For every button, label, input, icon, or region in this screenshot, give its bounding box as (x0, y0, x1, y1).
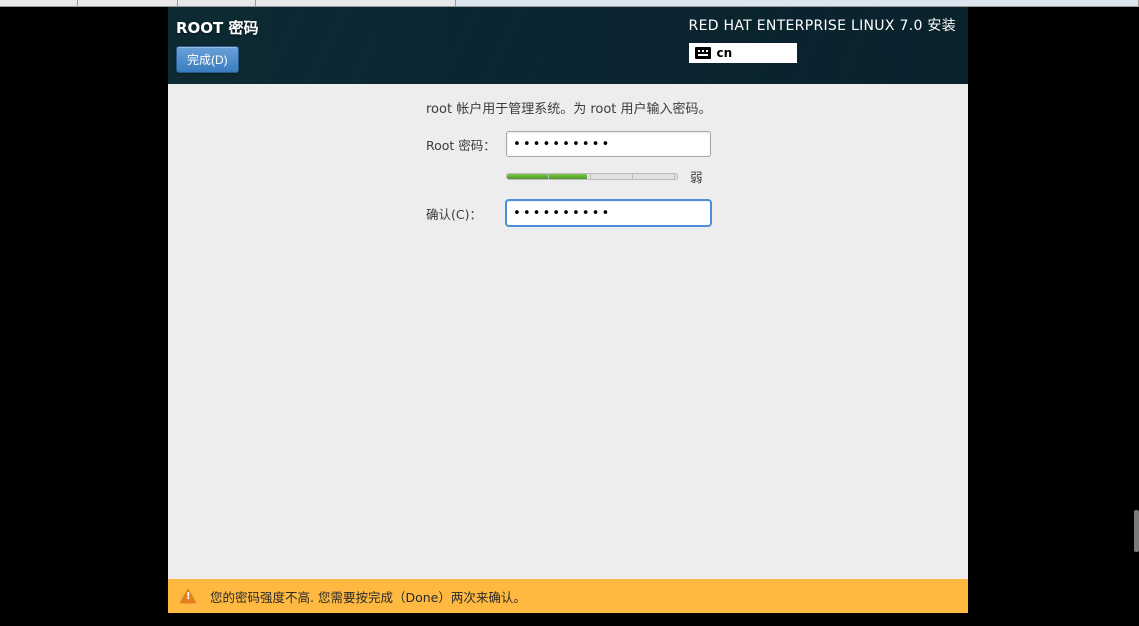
toolbar-seg (78, 0, 178, 6)
done-button[interactable]: 完成(D) (176, 46, 239, 73)
toolbar-seg (456, 0, 1139, 6)
toolbar-seg (256, 0, 456, 6)
confirm-password-input[interactable] (506, 200, 711, 226)
keyboard-icon (695, 47, 711, 59)
warning-bar: 您的密码强度不高. 您需要按完成（Done）两次来确认。 (168, 579, 968, 613)
header: ROOT 密码 完成(D) RED HAT ENTERPRISE LINUX 7… (168, 7, 968, 84)
keyboard-layout-indicator[interactable]: cn (689, 43, 797, 63)
strength-label: 弱 (690, 167, 703, 186)
keyboard-layout-label: cn (717, 46, 733, 60)
password-strength-meter (506, 173, 678, 180)
confirm-label: 确认(C)： (426, 204, 506, 223)
strength-row: 弱 (506, 167, 948, 186)
description-text: root 帐户用于管理系统。为 root 用户输入密码。 (426, 98, 948, 117)
vm-toolbar (0, 0, 1139, 7)
scrollbar[interactable] (1134, 510, 1139, 552)
warning-message: 您的密码强度不高. 您需要按完成（Done）两次来确认。 (210, 587, 526, 606)
toolbar-seg (178, 0, 256, 6)
installer-window: ROOT 密码 完成(D) RED HAT ENTERPRISE LINUX 7… (168, 7, 968, 613)
content-area: root 帐户用于管理系统。为 root 用户输入密码。 Root 密码： 弱 … (168, 84, 968, 579)
password-label: Root 密码： (426, 135, 506, 154)
strength-fill (507, 174, 587, 179)
password-row: Root 密码： (426, 131, 948, 157)
distro-title: RED HAT ENTERPRISE LINUX 7.0 安装 (689, 15, 956, 35)
root-password-input[interactable] (506, 131, 711, 157)
toolbar-seg (0, 0, 78, 6)
confirm-row: 确认(C)： (426, 200, 948, 226)
warning-icon (180, 589, 196, 603)
page-title: ROOT 密码 (176, 15, 259, 38)
